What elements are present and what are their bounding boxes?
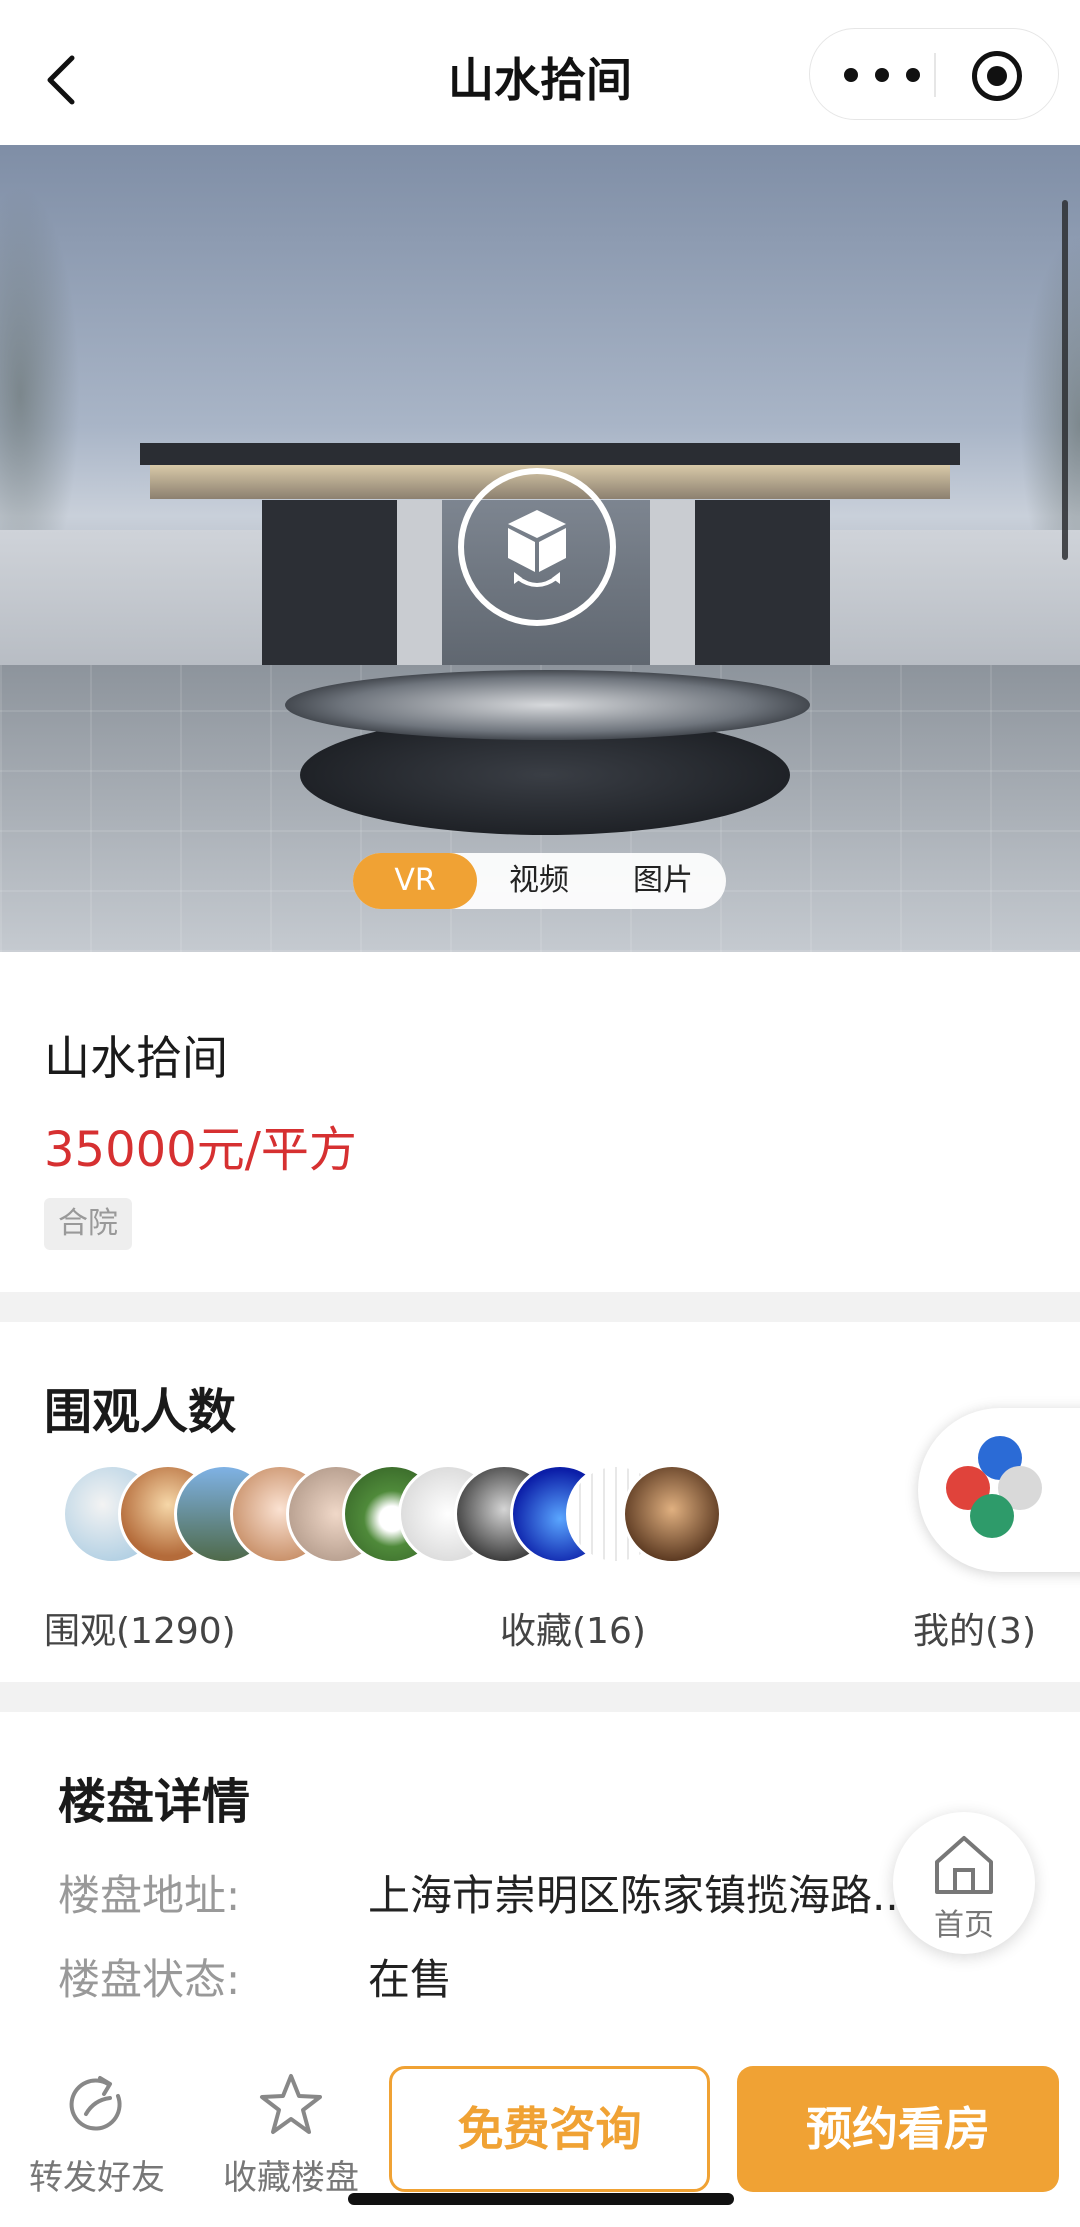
star-icon (260, 2074, 322, 2134)
avatar (622, 1464, 722, 1564)
mini-program-capsule (809, 28, 1059, 120)
free-consult-button[interactable]: 免费咨询 (389, 2066, 710, 2192)
tab-video[interactable]: 视频 (477, 853, 601, 909)
more-dots-icon (844, 68, 858, 82)
section-divider (0, 1292, 1080, 1322)
tab-photos[interactable]: 图片 (601, 853, 725, 909)
detail-title: 楼盘详情 (58, 1774, 251, 1830)
more-button[interactable] (844, 55, 920, 95)
vr-cube-icon (508, 510, 566, 587)
views-count[interactable]: 围观(1290) (44, 1602, 236, 1654)
share-label: 转发好友 (29, 2158, 165, 2198)
favorite-button[interactable]: 收藏楼盘 (206, 2072, 376, 2202)
favorite-label: 收藏楼盘 (223, 2158, 359, 2198)
media-tab-switcher: VR 视频 图片 (353, 853, 726, 909)
tab-vr[interactable]: VR (353, 853, 477, 909)
viewers-title: 围观人数 (44, 1384, 237, 1440)
logo-dot-green (970, 1494, 1014, 1538)
more-dot (875, 68, 889, 82)
fountain-top (285, 670, 810, 740)
hero-scrollbar (1062, 200, 1068, 560)
book-viewing-button[interactable]: 预约看房 (737, 2066, 1059, 2192)
my-count[interactable]: 我的(3) (913, 1602, 1036, 1654)
property-type-tag: 合院 (44, 1198, 132, 1250)
favorites-count[interactable]: 收藏(16) (500, 1602, 646, 1654)
home-label: 首页 (934, 1908, 994, 1943)
home-icon (935, 1836, 993, 1894)
partner-logo-float[interactable] (918, 1408, 1080, 1572)
address-label: 楼盘地址: (58, 1871, 241, 1920)
address-value: 上海市崇明区陈家镇揽海路... (368, 1871, 913, 1920)
home-float-button[interactable]: 首页 (893, 1812, 1035, 1954)
building-panel-right (650, 500, 695, 680)
status-value: 在售 (368, 1955, 453, 2004)
home-indicator (348, 2193, 734, 2205)
vr-play-button[interactable] (458, 468, 616, 626)
more-dot (906, 68, 920, 82)
property-price: 35000元/平方 (44, 1122, 357, 1178)
building-panel-left (397, 500, 442, 680)
status-label: 楼盘状态: (58, 1955, 241, 2004)
building-roof (140, 443, 960, 465)
section-divider (0, 1682, 1080, 1712)
property-name: 山水拾间 (44, 1031, 228, 1085)
share-button[interactable]: 转发好友 (12, 2072, 182, 2202)
capsule-divider (934, 53, 936, 97)
target-icon[interactable] (972, 51, 1022, 101)
building-pillar-right (695, 500, 830, 675)
avatar-list[interactable] (62, 1464, 962, 1568)
property-info-card: 山水拾间 35000元/平方 合院 (0, 952, 1080, 1292)
building-pillar-left (262, 500, 397, 675)
top-nav-bar: 山水拾间 (0, 0, 1080, 145)
share-refresh-icon (69, 2076, 122, 2131)
